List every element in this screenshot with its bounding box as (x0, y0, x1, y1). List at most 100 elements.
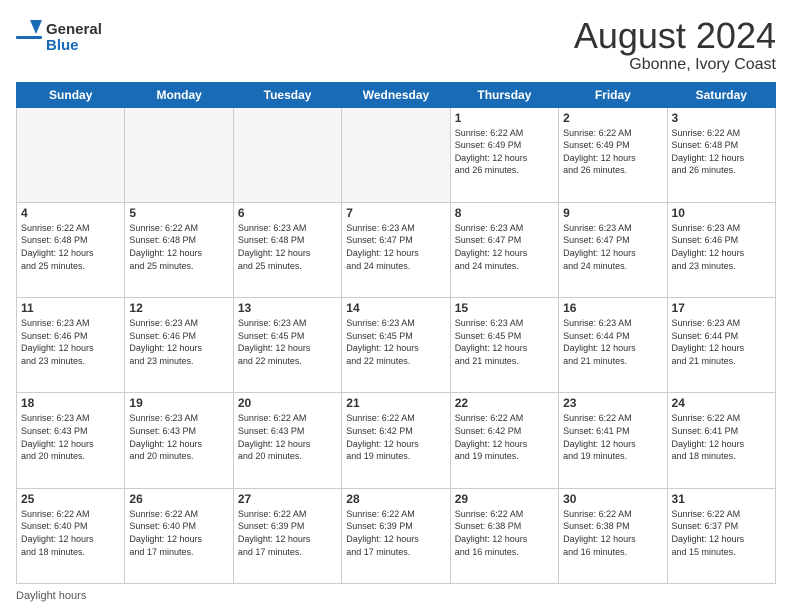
day-number: 24 (672, 396, 771, 410)
header: General Blue August 2024 Gbonne, Ivory C… (16, 16, 776, 74)
day-info: Sunrise: 6:23 AM Sunset: 6:45 PM Dayligh… (238, 317, 337, 367)
day-number: 7 (346, 206, 445, 220)
day-info: Sunrise: 6:22 AM Sunset: 6:48 PM Dayligh… (672, 127, 771, 177)
day-number: 11 (21, 301, 120, 315)
day-number: 28 (346, 492, 445, 506)
day-info: Sunrise: 6:22 AM Sunset: 6:40 PM Dayligh… (129, 508, 228, 558)
calendar-cell (342, 107, 450, 202)
day-info: Sunrise: 6:23 AM Sunset: 6:46 PM Dayligh… (129, 317, 228, 367)
calendar-cell: 17Sunrise: 6:23 AM Sunset: 6:44 PM Dayli… (667, 298, 775, 393)
day-header-wednesday: Wednesday (342, 82, 450, 107)
calendar-cell: 18 Sunrise: 6:23 AM Sunset: 6:43 PM Dayli… (17, 393, 125, 488)
calendar-cell: 20 Sunrise: 6:22 AM Sunset: 6:43 PM Dayli… (233, 393, 341, 488)
day-number: 3 (672, 111, 771, 125)
calendar-cell: 3 Sunrise: 6:22 AM Sunset: 6:48 PM Daylig… (667, 107, 775, 202)
calendar-cell: 23Sunrise: 6:22 AM Sunset: 6:41 PM Dayli… (559, 393, 667, 488)
calendar-cell: 1 Sunrise: 6:22 AM Sunset: 6:49 PM Daylig… (450, 107, 558, 202)
day-header-sunday: Sunday (17, 82, 125, 107)
week-row-2: 4 Sunrise: 6:22 AM Sunset: 6:48 PM Daylig… (17, 202, 776, 297)
calendar-cell: 24 Sunrise: 6:22 AM Sunset: 6:41 PM Dayli… (667, 393, 775, 488)
day-header-friday: Friday (559, 82, 667, 107)
location: Gbonne, Ivory Coast (574, 56, 776, 74)
calendar-cell: 7 Sunrise: 6:23 AM Sunset: 6:47 PM Daylig… (342, 202, 450, 297)
calendar-cell (125, 107, 233, 202)
calendar-cell: 19Sunrise: 6:23 AM Sunset: 6:43 PM Dayli… (125, 393, 233, 488)
day-info: Sunrise: 6:23 AM Sunset: 6:43 PM Dayligh… (21, 412, 120, 462)
calendar-cell: 10Sunrise: 6:23 AM Sunset: 6:46 PM Dayli… (667, 202, 775, 297)
calendar-cell: 14Sunrise: 6:23 AM Sunset: 6:45 PM Dayli… (342, 298, 450, 393)
calendar-cell: 16 Sunrise: 6:23 AM Sunset: 6:44 PM Dayli… (559, 298, 667, 393)
calendar-cell: 30Sunrise: 6:22 AM Sunset: 6:38 PM Dayli… (559, 488, 667, 583)
day-info: Sunrise: 6:22 AM Sunset: 6:41 PM Dayligh… (563, 412, 662, 462)
day-info: Sunrise: 6:23 AM Sunset: 6:47 PM Dayligh… (455, 222, 554, 272)
day-number: 6 (238, 206, 337, 220)
day-info: Sunrise: 6:23 AM Sunset: 6:43 PM Dayligh… (129, 412, 228, 462)
week-row-1: 1 Sunrise: 6:22 AM Sunset: 6:49 PM Daylig… (17, 107, 776, 202)
day-number: 4 (21, 206, 120, 220)
day-info: Sunrise: 6:22 AM Sunset: 6:39 PM Dayligh… (238, 508, 337, 558)
day-number: 27 (238, 492, 337, 506)
day-number: 20 (238, 396, 337, 410)
calendar-cell: 12Sunrise: 6:23 AM Sunset: 6:46 PM Dayli… (125, 298, 233, 393)
week-row-3: 11 Sunrise: 6:23 AM Sunset: 6:46 PM Dayli… (17, 298, 776, 393)
calendar-cell: 15 Sunrise: 6:23 AM Sunset: 6:45 PM Dayli… (450, 298, 558, 393)
day-header-row: SundayMondayTuesdayWednesdayThursdayFrid… (17, 82, 776, 107)
day-number: 9 (563, 206, 662, 220)
day-header-monday: Monday (125, 82, 233, 107)
day-info: Sunrise: 6:23 AM Sunset: 6:48 PM Dayligh… (238, 222, 337, 272)
calendar-cell: 6 Sunrise: 6:23 AM Sunset: 6:48 PM Daylig… (233, 202, 341, 297)
day-info: Sunrise: 6:22 AM Sunset: 6:48 PM Dayligh… (129, 222, 228, 272)
day-info: Sunrise: 6:22 AM Sunset: 6:42 PM Dayligh… (346, 412, 445, 462)
day-number: 10 (672, 206, 771, 220)
day-info: Sunrise: 6:22 AM Sunset: 6:40 PM Dayligh… (21, 508, 120, 558)
day-info: Sunrise: 6:23 AM Sunset: 6:47 PM Dayligh… (563, 222, 662, 272)
calendar-cell (17, 107, 125, 202)
day-info: Sunrise: 6:22 AM Sunset: 6:39 PM Dayligh… (346, 508, 445, 558)
svg-text:General: General (46, 21, 102, 38)
calendar-cell: 9 Sunrise: 6:23 AM Sunset: 6:47 PM Daylig… (559, 202, 667, 297)
footer-note: Daylight hours (16, 590, 776, 602)
logo-svg: General Blue (16, 16, 106, 60)
calendar-cell: 13 Sunrise: 6:23 AM Sunset: 6:45 PM Dayli… (233, 298, 341, 393)
day-info: Sunrise: 6:22 AM Sunset: 6:37 PM Dayligh… (672, 508, 771, 558)
day-info: Sunrise: 6:22 AM Sunset: 6:38 PM Dayligh… (563, 508, 662, 558)
calendar-cell: 4Sunrise: 6:22 AM Sunset: 6:48 PM Daylig… (17, 202, 125, 297)
day-number: 18 (21, 396, 120, 410)
day-number: 16 (563, 301, 662, 315)
day-info: Sunrise: 6:23 AM Sunset: 6:44 PM Dayligh… (672, 317, 771, 367)
day-header-saturday: Saturday (667, 82, 775, 107)
calendar-cell: 5 Sunrise: 6:22 AM Sunset: 6:48 PM Daylig… (125, 202, 233, 297)
calendar-cell: 29Sunrise: 6:22 AM Sunset: 6:38 PM Dayli… (450, 488, 558, 583)
day-number: 26 (129, 492, 228, 506)
week-row-4: 18 Sunrise: 6:23 AM Sunset: 6:43 PM Dayli… (17, 393, 776, 488)
day-number: 29 (455, 492, 554, 506)
day-number: 8 (455, 206, 554, 220)
day-header-thursday: Thursday (450, 82, 558, 107)
title-block: August 2024 Gbonne, Ivory Coast (574, 16, 776, 74)
day-info: Sunrise: 6:22 AM Sunset: 6:49 PM Dayligh… (455, 127, 554, 177)
day-number: 5 (129, 206, 228, 220)
day-number: 22 (455, 396, 554, 410)
calendar-cell: 25Sunrise: 6:22 AM Sunset: 6:40 PM Dayli… (17, 488, 125, 583)
day-number: 1 (455, 111, 554, 125)
day-number: 2 (563, 111, 662, 125)
day-info: Sunrise: 6:23 AM Sunset: 6:45 PM Dayligh… (346, 317, 445, 367)
calendar-cell: 31Sunrise: 6:22 AM Sunset: 6:37 PM Dayli… (667, 488, 775, 583)
day-info: Sunrise: 6:22 AM Sunset: 6:42 PM Dayligh… (455, 412, 554, 462)
day-number: 13 (238, 301, 337, 315)
calendar-cell: 27 Sunrise: 6:22 AM Sunset: 6:39 PM Dayli… (233, 488, 341, 583)
day-info: Sunrise: 6:23 AM Sunset: 6:46 PM Dayligh… (21, 317, 120, 367)
calendar-cell: 8 Sunrise: 6:23 AM Sunset: 6:47 PM Daylig… (450, 202, 558, 297)
month-title: August 2024 (574, 16, 776, 56)
day-number: 15 (455, 301, 554, 315)
day-header-tuesday: Tuesday (233, 82, 341, 107)
day-info: Sunrise: 6:23 AM Sunset: 6:44 PM Dayligh… (563, 317, 662, 367)
day-info: Sunrise: 6:23 AM Sunset: 6:47 PM Dayligh… (346, 222, 445, 272)
calendar-cell (233, 107, 341, 202)
day-info: Sunrise: 6:22 AM Sunset: 6:43 PM Dayligh… (238, 412, 337, 462)
calendar-table: SundayMondayTuesdayWednesdayThursdayFrid… (16, 82, 776, 584)
calendar-cell: 21Sunrise: 6:22 AM Sunset: 6:42 PM Dayli… (342, 393, 450, 488)
day-info: Sunrise: 6:23 AM Sunset: 6:45 PM Dayligh… (455, 317, 554, 367)
calendar-cell: 2Sunrise: 6:22 AM Sunset: 6:49 PM Daylig… (559, 107, 667, 202)
day-info: Sunrise: 6:22 AM Sunset: 6:41 PM Dayligh… (672, 412, 771, 462)
